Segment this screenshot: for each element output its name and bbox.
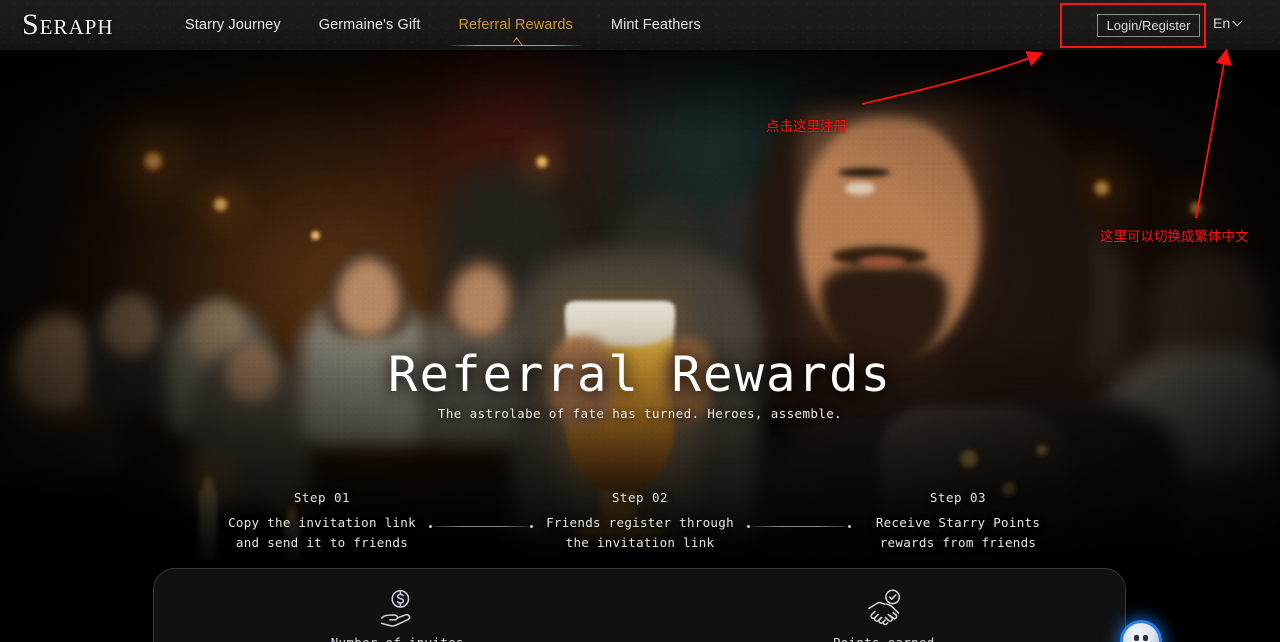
step-text-line2: and send it to friends	[235, 535, 409, 550]
nav-item-starry-journey[interactable]: Starry Journey	[166, 0, 300, 50]
stat-item-invites[interactable]: Number of invites	[154, 569, 641, 642]
chat-robot-avatar-icon	[1123, 623, 1159, 642]
nav-item-label: Starry Journey	[185, 17, 281, 33]
steps-row: Step 01 Copy the invitation link and sen…	[0, 490, 1280, 560]
site-logo[interactable]: Seraph	[22, 5, 114, 45]
step-number: Step 01	[293, 490, 351, 505]
step-text-line2: the invitation link	[565, 535, 715, 550]
nav-links: Starry Journey Germaine's Gift Referral …	[166, 0, 720, 50]
nav-item-label: Germaine's Gift	[318, 17, 421, 33]
chat-widget-button[interactable]	[1123, 623, 1159, 642]
step-number: Step 03	[929, 490, 987, 505]
hero-copy: Referral Rewards The astrolabe of fate h…	[0, 50, 1280, 560]
nav-item-germaines-gift[interactable]: Germaine's Gift	[300, 0, 440, 50]
language-selector[interactable]: En	[1213, 15, 1243, 31]
stat-label: Points earned	[833, 635, 935, 642]
active-nav-indicator	[447, 39, 585, 46]
language-label: En	[1213, 15, 1231, 31]
stat-item-points[interactable]: Points earned	[641, 569, 1128, 642]
step-text-line2: rewards from friends	[879, 535, 1037, 550]
step-text-line1: Receive Starry Points	[875, 515, 1041, 530]
step-connector-1	[429, 522, 533, 532]
handshake-check-icon	[861, 585, 907, 631]
step-connector-2	[747, 522, 851, 532]
stats-row: Number of invites	[154, 569, 1127, 642]
hand-holding-coin-icon	[374, 585, 420, 631]
step-text-line1: Copy the invitation link	[228, 515, 416, 530]
page-title: Referral Rewards	[387, 346, 892, 403]
top-navigation-bar: Seraph Starry Journey Germaine's Gift Re…	[0, 0, 1280, 50]
nav-item-referral-rewards[interactable]: Referral Rewards	[439, 0, 591, 50]
chevron-down-icon	[1232, 15, 1243, 26]
hero-subtitle: The astrolabe of fate has turned. Heroes…	[437, 406, 843, 421]
step-number: Step 02	[611, 490, 669, 505]
stats-card: Number of invites	[153, 568, 1126, 642]
step-item-3: Step 03 Receive Starry Points rewards fr…	[851, 490, 1065, 553]
step-text-line1: Friends register through	[546, 515, 734, 530]
step-item-1: Step 01 Copy the invitation link and sen…	[215, 490, 429, 553]
hero-banner: Referral Rewards The astrolabe of fate h…	[0, 50, 1280, 560]
login-register-button[interactable]: Login/Register	[1097, 14, 1200, 37]
nav-item-label: Mint Feathers	[610, 17, 701, 33]
nav-item-label: Referral Rewards	[458, 17, 573, 33]
page-root: Referral Rewards The astrolabe of fate h…	[0, 0, 1280, 642]
nav-item-mint-feathers[interactable]: Mint Feathers	[592, 0, 720, 50]
stats-section: Number of invites	[0, 560, 1280, 642]
stat-label: Number of invites	[331, 635, 464, 642]
step-item-2: Step 02 Friends register through the inv…	[533, 490, 747, 553]
